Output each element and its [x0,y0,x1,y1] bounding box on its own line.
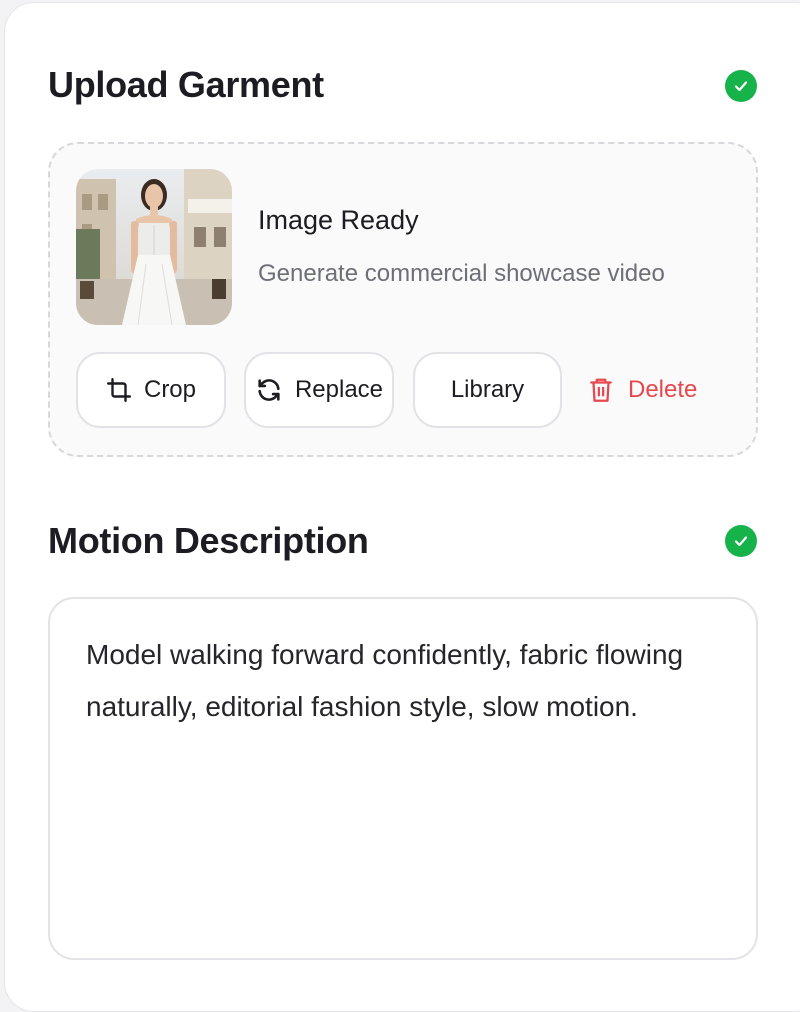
image-ready-subtitle: Generate commercial showcase video [258,260,665,287]
garment-thumbnail[interactable] [76,169,232,325]
image-ready-title: Image Ready [258,205,419,235]
upload-garment-title: Upload Garment [48,64,324,105]
motion-description-textarea[interactable]: Model walking forward confidently, fabri… [48,597,758,960]
refresh-icon [255,376,283,404]
crop-button[interactable]: Crop [76,352,226,428]
replace-button[interactable]: Replace [244,352,394,428]
library-button[interactable]: Library [413,352,562,428]
crop-button-label: Crop [143,376,197,403]
check-circle-icon [725,525,757,557]
replace-button-label: Replace [294,376,384,403]
trash-icon [588,376,614,404]
crop-icon [106,377,132,403]
library-button-label: Library [450,376,525,403]
check-circle-icon [725,70,757,102]
delete-button[interactable]: Delete [588,352,697,428]
delete-button-label: Delete [628,376,698,403]
motion-description-title: Motion Description [48,520,369,561]
